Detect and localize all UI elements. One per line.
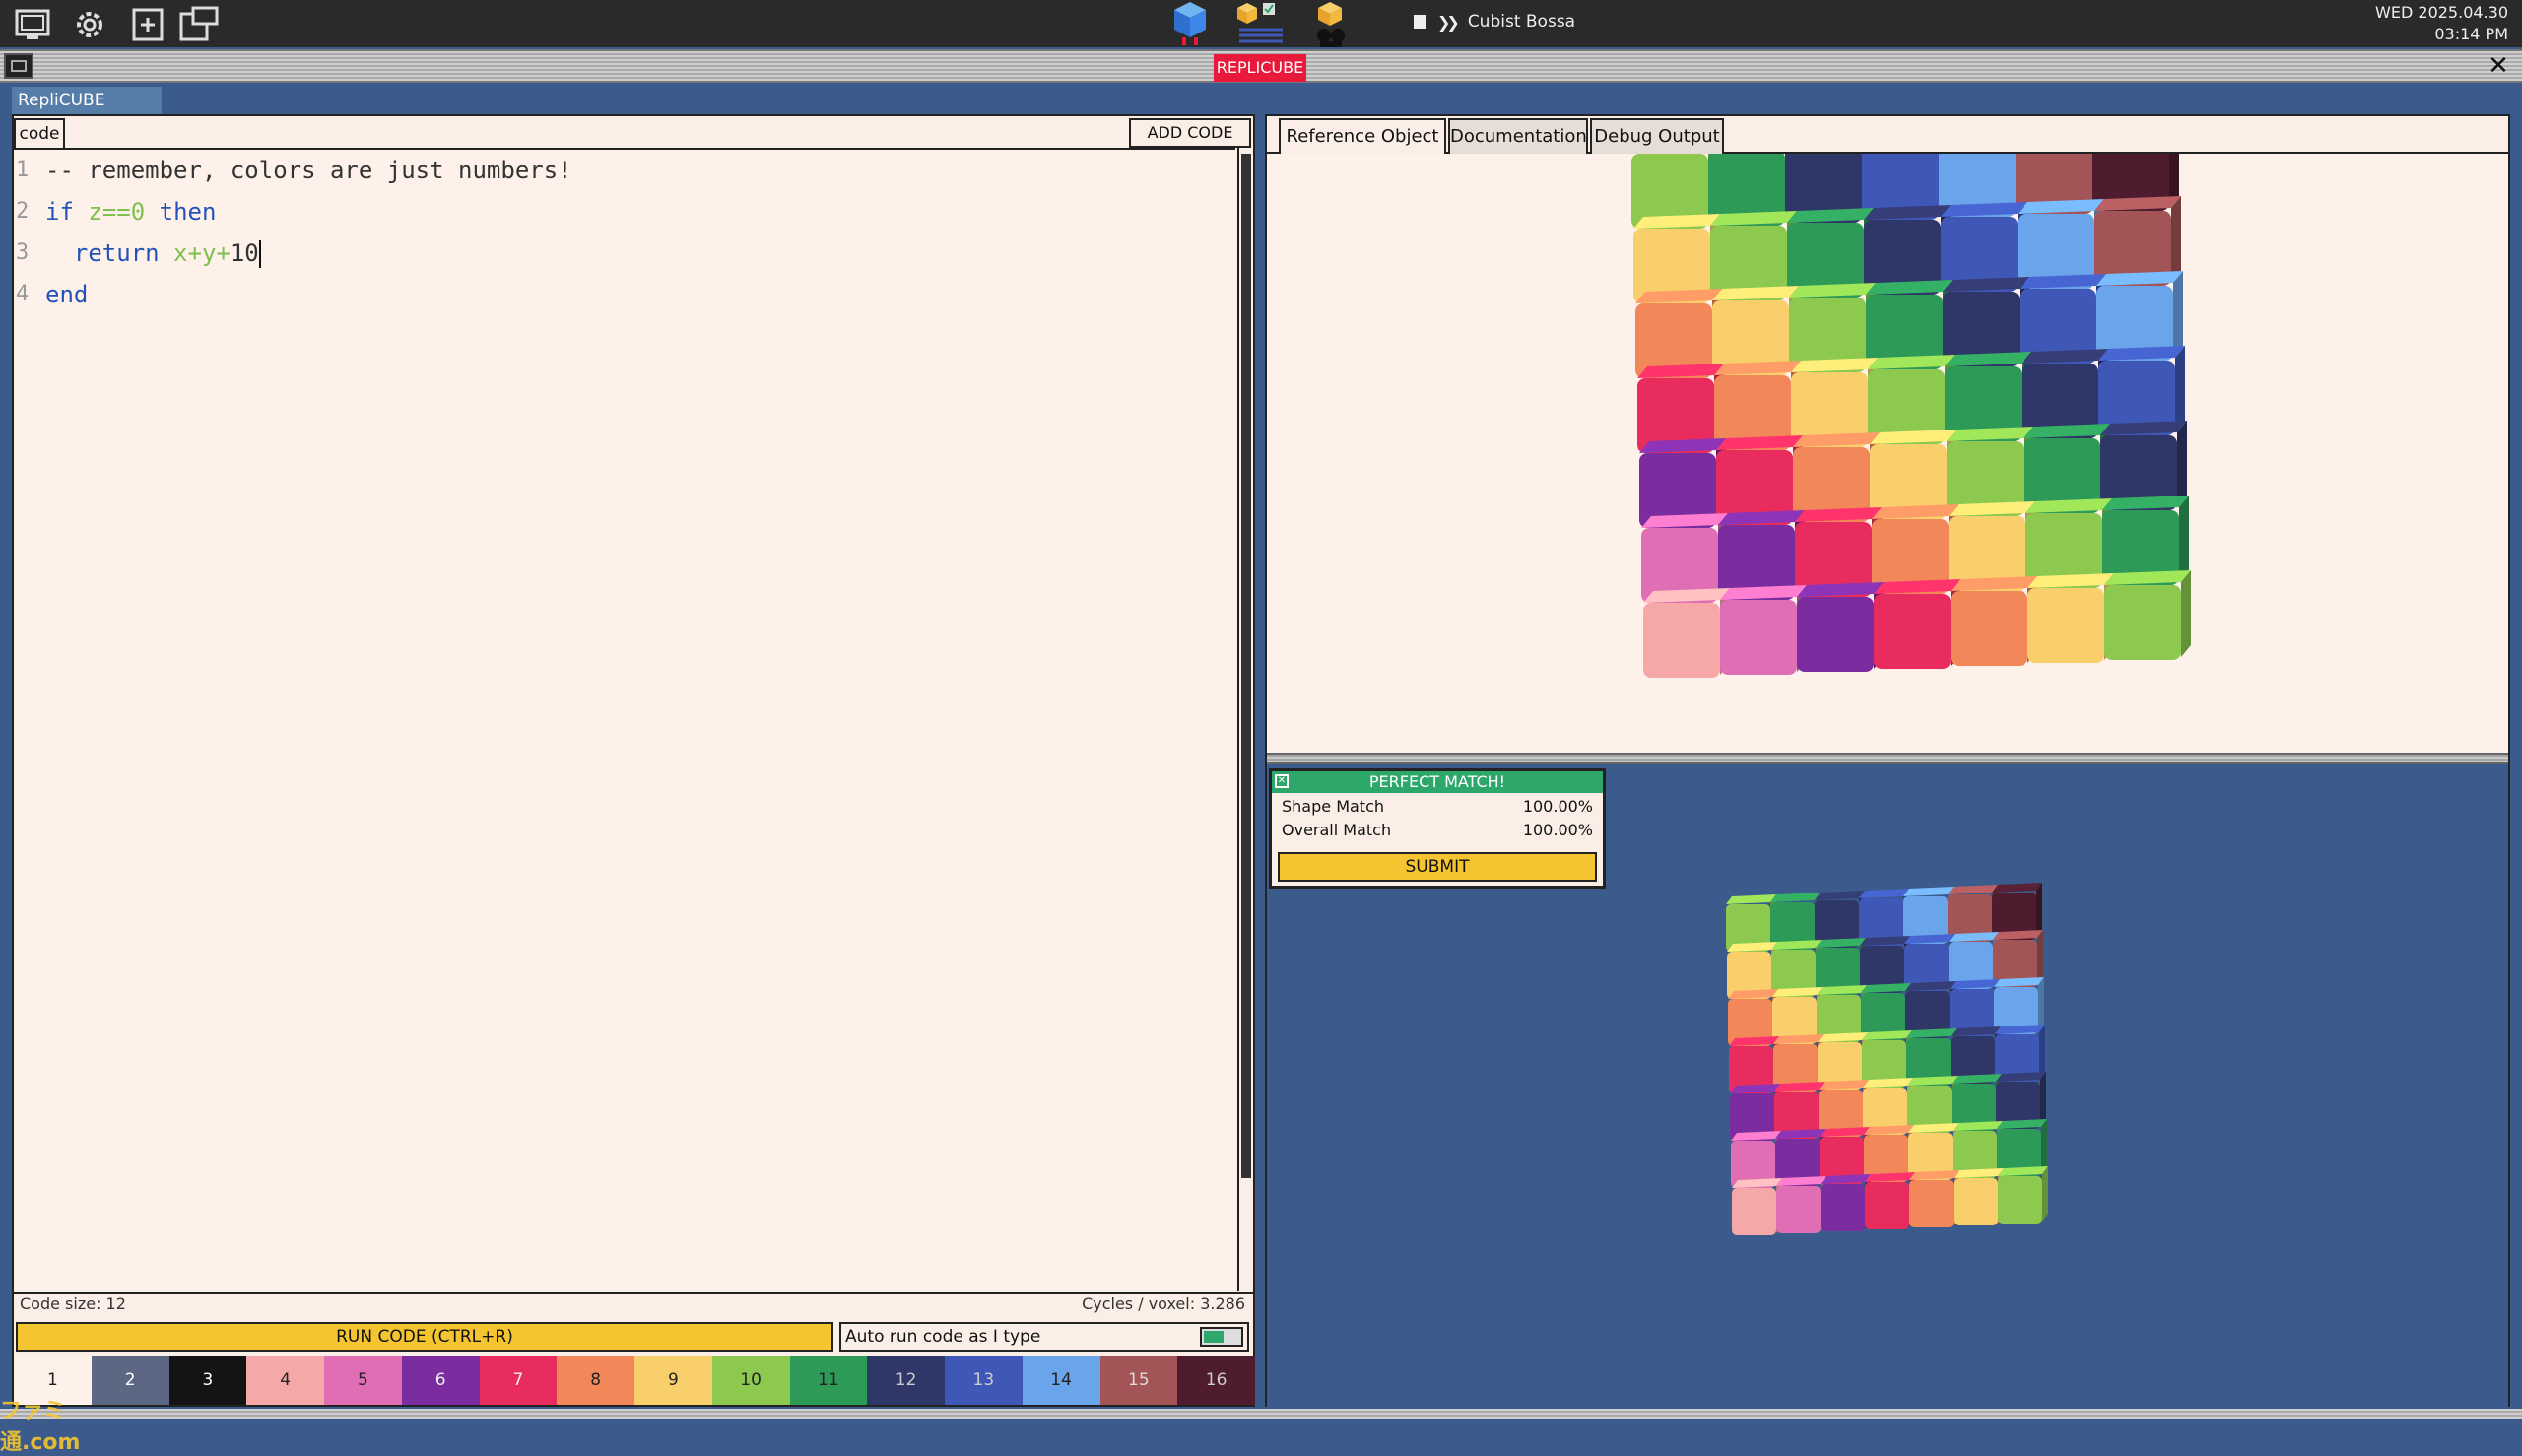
clock: WED 2025.04.30 03:14 PM	[2375, 2, 2508, 45]
tab-reference-object[interactable]: Reference Object	[1279, 118, 1446, 154]
reference-cube-wall	[1631, 121, 2191, 678]
palette-swatch[interactable]: 10	[711, 1356, 790, 1405]
text-cursor	[258, 240, 261, 268]
monitor-icon[interactable]	[14, 6, 51, 43]
palette-swatch[interactable]: 9	[634, 1356, 712, 1405]
overall-match-label: Overall Match	[1282, 821, 1392, 839]
palette-swatch[interactable]: 13	[945, 1356, 1023, 1405]
voxel-cube	[1954, 1168, 2004, 1225]
line-number: 3	[16, 240, 30, 265]
overall-match-row: Overall Match 100.00%	[1282, 821, 1593, 839]
add-code-tab-button[interactable]: ADD CODE TAB	[1129, 118, 1251, 167]
code-line[interactable]: 4 end	[14, 274, 1233, 315]
submit-button[interactable]: SUBMIT	[1278, 852, 1597, 882]
palette-swatch[interactable]: 11	[789, 1356, 868, 1405]
voxel-cube	[1776, 1176, 1826, 1233]
fast-forward-icon[interactable]: ❯❯	[1437, 13, 1460, 32]
cube-character-icon[interactable]	[1308, 0, 1354, 47]
code-text: end	[45, 281, 89, 308]
palette-swatch[interactable]: 7	[479, 1356, 558, 1405]
run-code-button[interactable]: RUN CODE (CTRL+R)	[16, 1322, 833, 1352]
code-line[interactable]: 3 return x+y+10	[14, 232, 1233, 274]
palette-swatch[interactable]: 15	[1099, 1356, 1178, 1405]
code-text: return x+y+10	[45, 239, 261, 268]
code-editor[interactable]: 1 -- remember, colors are just numbers! 2 i…	[14, 148, 1235, 1291]
line-number: 2	[16, 199, 30, 224]
shape-match-label: Shape Match	[1282, 797, 1385, 816]
bottom-border	[0, 1409, 2522, 1419]
watermark: ファミ通.com	[0, 1399, 81, 1455]
close-icon[interactable]: ✕	[2483, 53, 2514, 79]
tab-debug-output[interactable]: Debug Output	[1590, 118, 1724, 154]
window-title: REPLICUBE	[1214, 54, 1306, 82]
line-number: 1	[16, 158, 30, 182]
color-palette: 1 2 3 4 5 6 7 8 9 10 11 12 13 14 15 16	[14, 1356, 1255, 1405]
palette-swatch[interactable]: 8	[557, 1356, 634, 1405]
palette-swatch[interactable]: 14	[1022, 1356, 1100, 1405]
palette-swatch[interactable]: 3	[168, 1356, 247, 1405]
music-player: ❯❯ Cubist Bossa	[1414, 12, 1575, 32]
minimize-icon[interactable]	[4, 53, 33, 79]
window-switch-icon[interactable]	[179, 6, 219, 43]
match-status: ✕ PERFECT MATCH!	[1272, 771, 1603, 793]
code-text: if z==0 then	[45, 198, 217, 226]
voxel-cube	[1865, 1172, 1915, 1229]
palette-swatch[interactable]: 4	[246, 1356, 324, 1405]
match-status-text: PERFECT MATCH!	[1368, 772, 1506, 791]
cube-checklist-icon[interactable]	[1233, 0, 1289, 45]
code-line[interactable]: 1 -- remember, colors are just numbers!	[14, 150, 1233, 191]
palette-swatch[interactable]: 5	[324, 1356, 402, 1405]
tab-code[interactable]: code	[14, 118, 65, 148]
gear-icon[interactable]	[71, 6, 108, 43]
palette-swatch[interactable]: 16	[1177, 1356, 1255, 1405]
code-line[interactable]: 2 if z==0 then	[14, 191, 1233, 232]
code-text: -- remember, colors are just numbers!	[45, 157, 572, 184]
scrollbar-thumb[interactable]	[1241, 154, 1251, 1178]
palette-swatch[interactable]: 12	[867, 1356, 945, 1405]
voxel-cube	[1732, 1178, 1782, 1235]
auto-run-label: Auto run code as I type	[839, 1322, 1249, 1352]
taskbar: ❯❯ Cubist Bossa WED 2025.04.30 03:14 PM	[0, 0, 2522, 47]
stop-icon[interactable]	[1414, 15, 1426, 29]
voxel-cube	[1909, 1170, 1959, 1227]
voxel-cube	[1998, 1166, 2048, 1224]
checkbox-icon[interactable]: ✕	[1275, 774, 1289, 788]
code-size: Code size: 12	[20, 1294, 126, 1313]
replicube-icon[interactable]	[1168, 0, 1212, 45]
shape-match-value: 100.00%	[1522, 797, 1593, 816]
match-panel: ✕ PERFECT MATCH! Shape Match 100.00% Ove…	[1269, 768, 1606, 889]
reference-object-view[interactable]	[1267, 121, 2508, 753]
date-text: WED 2025.04.30	[2375, 3, 2508, 22]
actions-panel-title: RepliCUBE Actions	[12, 87, 162, 138]
time-text: 03:14 PM	[2434, 25, 2508, 43]
tab-documentation[interactable]: Documentation	[1448, 118, 1588, 154]
overall-match-value: 100.00%	[1522, 821, 1593, 839]
line-number: 4	[16, 282, 30, 306]
cycles-per-voxel: Cycles / voxel: 3.286	[1082, 1294, 1245, 1313]
pane-divider[interactable]	[1267, 753, 2508, 764]
add-window-icon[interactable]	[130, 6, 167, 43]
shape-match-row: Shape Match 100.00%	[1282, 797, 1593, 816]
auto-run-toggle[interactable]	[1200, 1327, 1243, 1347]
voxel-cube	[1821, 1174, 1871, 1231]
track-title: Cubist Bossa	[1467, 12, 1576, 32]
palette-swatch[interactable]: 6	[401, 1356, 480, 1405]
left-border	[0, 83, 12, 1419]
editor-scrollbar[interactable]	[1237, 148, 1253, 1291]
